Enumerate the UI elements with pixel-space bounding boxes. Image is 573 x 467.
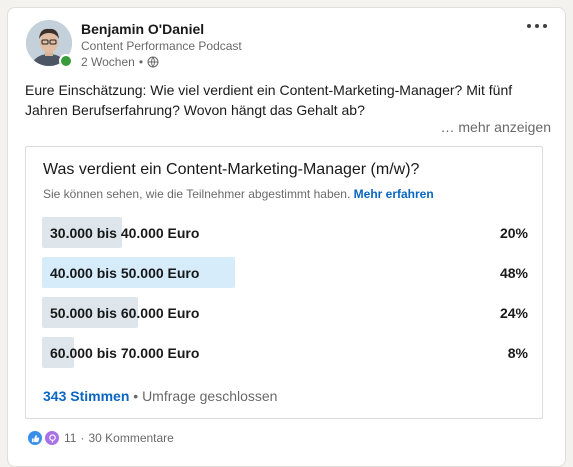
reaction-count[interactable]: 11 (64, 431, 76, 445)
see-more-link[interactable]: … mehr anzeigen (440, 119, 551, 135)
poll-option: 40.000 bis 50.000 Euro 48% (42, 257, 528, 288)
curious-reaction-icon (44, 430, 60, 446)
poll-option: 30.000 bis 40.000 Euro 20% (42, 217, 528, 248)
poll-option-label: 50.000 bis 60.000 Euro (50, 305, 200, 321)
post-card: Benjamin O'Daniel Content Performance Po… (7, 7, 566, 467)
post-meta: 2 Wochen • (81, 55, 159, 69)
poll-option-label: 30.000 bis 40.000 Euro (50, 225, 200, 241)
poll-option-percent: 20% (499, 225, 528, 241)
poll-question: Was verdient ein Content-Marketing-Manag… (43, 161, 420, 178)
author-name[interactable]: Benjamin O'Daniel (81, 21, 204, 37)
poll-option-percent: 48% (499, 265, 528, 281)
poll-option: 60.000 bis 70.000 Euro 8% (42, 337, 528, 368)
footer-separator: • (133, 388, 143, 404)
poll-footer: 343 Stimmen • Umfrage geschlossen (43, 388, 277, 404)
learn-more-link[interactable]: Mehr erfahren (354, 187, 434, 201)
poll-status: Umfrage geschlossen (142, 388, 278, 404)
author-subtitle: Content Performance Podcast (81, 39, 242, 53)
poll-option: 50.000 bis 60.000 Euro 24% (42, 297, 528, 328)
post-text: Eure Einschätzung: Wie viel verdient ein… (25, 82, 513, 118)
poll-option-percent: 24% (499, 305, 528, 321)
more-horizontal-icon-dot (527, 24, 531, 28)
comments-count-link[interactable]: 30 Kommentare (88, 431, 173, 445)
poll-option-label: 40.000 bis 50.000 Euro (50, 265, 200, 281)
more-options-button[interactable] (523, 18, 551, 34)
poll-visibility-note: Sie können sehen, wie die Teilnehmer abg… (43, 187, 434, 201)
poll-option-percent: 8% (507, 345, 528, 361)
meta-separator: • (138, 55, 144, 69)
poll-visibility-text: Sie können sehen, wie die Teilnehmer abg… (43, 187, 351, 201)
like-reaction-icon (27, 430, 43, 446)
poll: Was verdient ein Content-Marketing-Manag… (25, 146, 543, 419)
globe-icon (147, 56, 159, 68)
more-horizontal-icon-dot (543, 24, 547, 28)
more-horizontal-icon-dot (535, 24, 539, 28)
post-time: 2 Wochen (81, 55, 135, 69)
social-counts: 11 · 30 Kommentare (27, 430, 174, 446)
social-separator: · (80, 431, 85, 445)
online-status-indicator (59, 54, 73, 68)
poll-option-label: 60.000 bis 70.000 Euro (50, 345, 200, 361)
poll-votes-link[interactable]: 343 Stimmen (43, 388, 129, 404)
